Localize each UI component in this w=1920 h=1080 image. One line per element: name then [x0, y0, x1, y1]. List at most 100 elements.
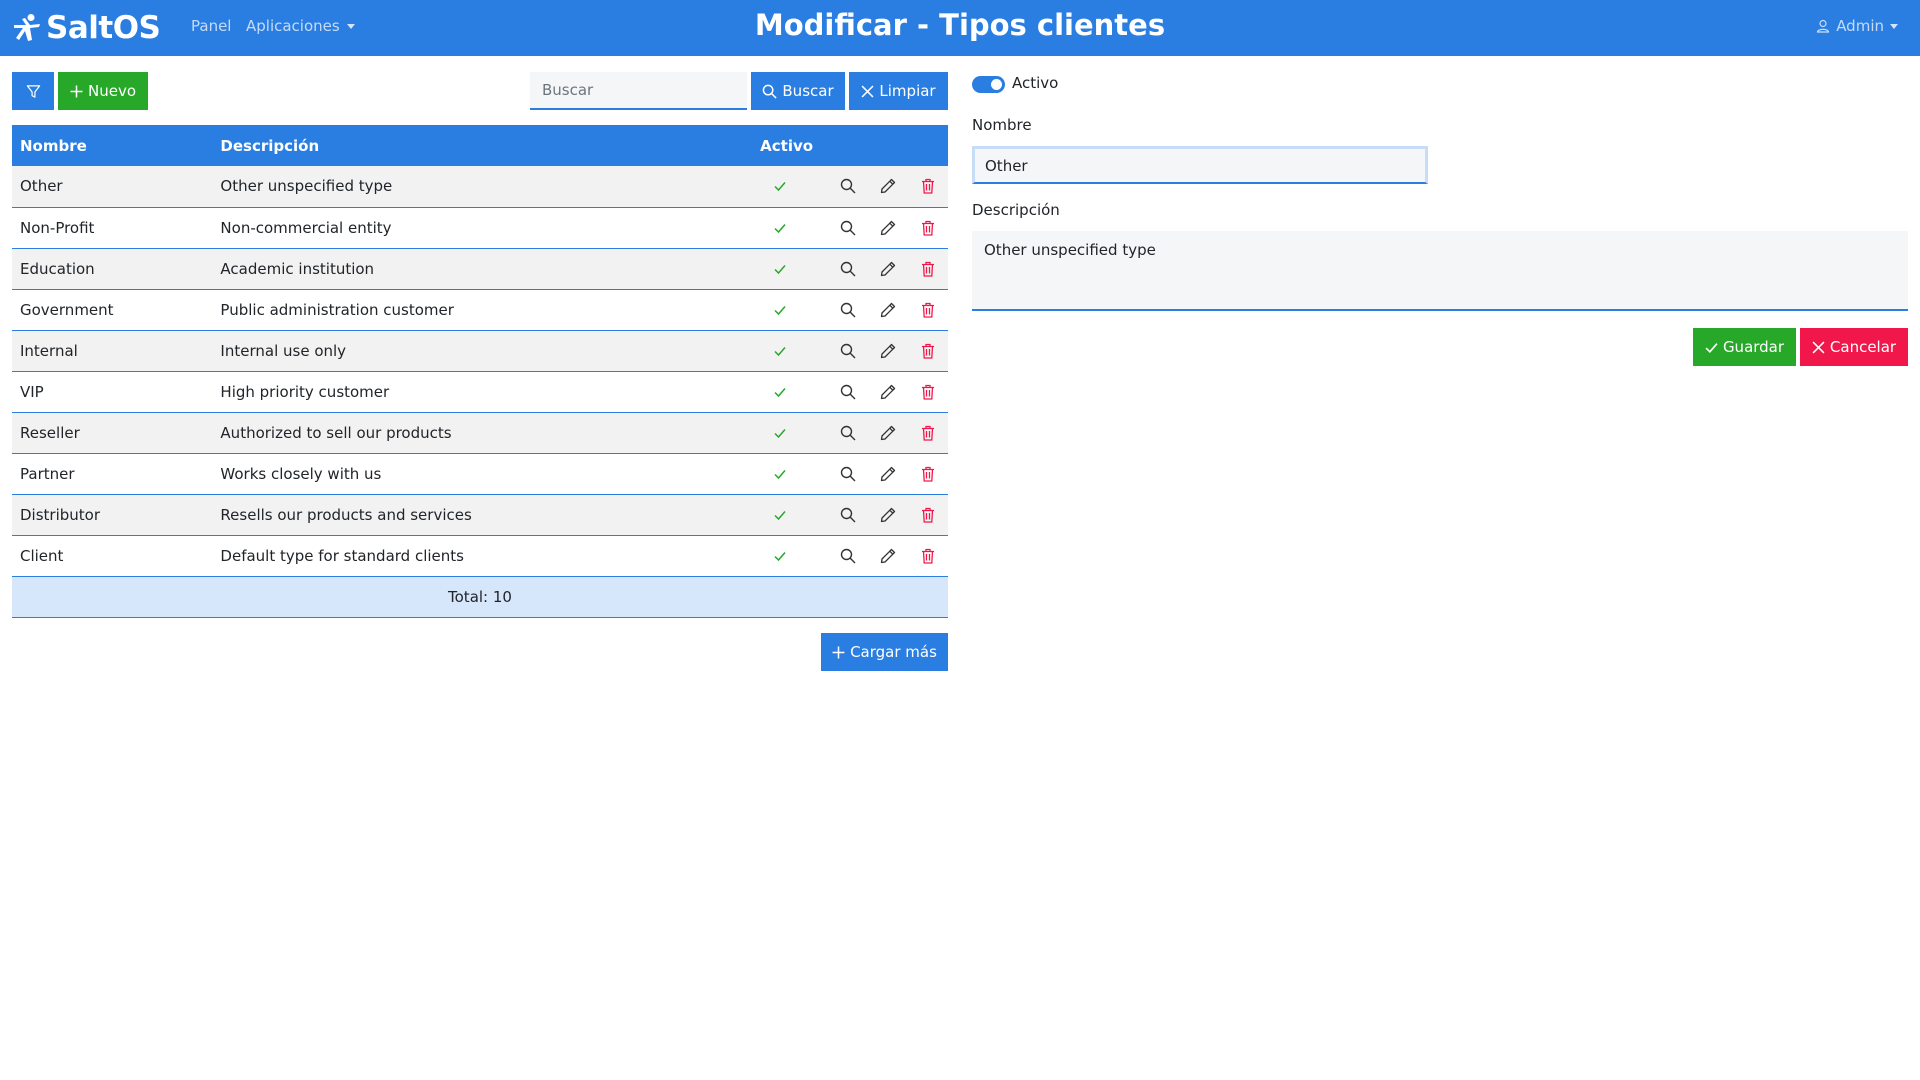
trash-icon: [914, 337, 942, 365]
table-row[interactable]: Partner Works closely with us: [12, 453, 948, 495]
view-row-button[interactable]: [834, 542, 862, 570]
view-row-button[interactable]: [834, 419, 862, 447]
chevron-down-icon: [1890, 23, 1898, 29]
cell-active: [731, 412, 828, 454]
view-row-button[interactable]: [834, 172, 862, 200]
load-more-label: Cargar más: [850, 643, 937, 661]
edit-row-button[interactable]: [874, 337, 902, 365]
edit-row-button[interactable]: [874, 419, 902, 447]
check-icon: [766, 337, 794, 365]
search-icon: [834, 255, 862, 283]
delete-row-button[interactable]: [914, 255, 942, 283]
page-title: Modificar - Tipos clientes: [754, 8, 1166, 42]
table-row[interactable]: Education Academic institution: [12, 248, 948, 290]
cell-description: Non-commercial entity: [212, 207, 732, 249]
check-icon: [766, 172, 794, 200]
search-icon: [834, 172, 862, 200]
pencil-icon: [874, 337, 902, 365]
delete-row-button[interactable]: [914, 460, 942, 488]
trash-icon: [914, 172, 942, 200]
filter-button[interactable]: [12, 72, 54, 110]
new-button[interactable]: Nuevo: [58, 72, 148, 110]
cell-active: [731, 453, 828, 495]
cell-description: Works closely with us: [212, 453, 732, 495]
user-name: Admin: [1836, 17, 1884, 35]
filter-icon: [26, 84, 40, 98]
description-field[interactable]: Other unspecified type: [972, 231, 1908, 311]
edit-row-button[interactable]: [874, 214, 902, 242]
edit-row-button[interactable]: [874, 255, 902, 283]
check-icon: [766, 214, 794, 242]
user-menu[interactable]: Admin: [1816, 17, 1898, 35]
toggle-knob: [991, 79, 1002, 90]
check-icon: [766, 460, 794, 488]
trash-icon: [914, 255, 942, 283]
delete-row-button[interactable]: [914, 542, 942, 570]
view-row-button[interactable]: [834, 501, 862, 529]
table-row[interactable]: Distributor Resells our products and serv…: [12, 494, 948, 536]
view-row-button[interactable]: [834, 378, 862, 406]
column-header-active[interactable]: Activo: [731, 125, 828, 166]
edit-row-button[interactable]: [874, 460, 902, 488]
table-row[interactable]: Reseller Authorized to sell our products: [12, 412, 948, 454]
search-button[interactable]: Buscar: [751, 72, 845, 110]
search-input[interactable]: [530, 72, 747, 110]
load-more-button[interactable]: Cargar más: [821, 633, 948, 671]
name-field[interactable]: [972, 146, 1428, 184]
delete-row-button[interactable]: [914, 337, 942, 365]
view-row-button[interactable]: [834, 337, 862, 365]
check-icon: [1705, 342, 1718, 353]
search-button-label: Buscar: [782, 82, 834, 100]
table-row[interactable]: Non-Profit Non-commercial entity: [12, 207, 948, 249]
cell-name: Reseller: [12, 412, 213, 454]
view-row-button[interactable]: [834, 255, 862, 283]
cell-active: [731, 330, 828, 372]
cell-name: VIP: [12, 371, 213, 413]
edit-row-button[interactable]: [874, 542, 902, 570]
table-row[interactable]: Client Default type for standard clients: [12, 535, 948, 577]
column-header-name[interactable]: Nombre: [12, 125, 213, 166]
active-toggle[interactable]: [972, 76, 1005, 93]
edit-row-button[interactable]: [874, 172, 902, 200]
delete-row-button[interactable]: [914, 172, 942, 200]
pencil-icon: [874, 296, 902, 324]
delete-row-button[interactable]: [914, 378, 942, 406]
table-footer-row: Total: 10: [12, 576, 948, 618]
edit-row-button[interactable]: [874, 296, 902, 324]
delete-row-button[interactable]: [914, 501, 942, 529]
save-button[interactable]: Guardar: [1693, 328, 1796, 366]
table-row[interactable]: Government Public administration customer: [12, 289, 948, 331]
cell-active: [731, 494, 828, 536]
trash-icon: [914, 378, 942, 406]
cell-active: [731, 371, 828, 413]
trash-icon: [914, 460, 942, 488]
table-row[interactable]: Other Other unspecified type: [12, 166, 948, 208]
search-icon: [834, 419, 862, 447]
delete-row-button[interactable]: [914, 296, 942, 324]
edit-row-button[interactable]: [874, 378, 902, 406]
delete-row-button[interactable]: [914, 419, 942, 447]
pencil-icon: [874, 214, 902, 242]
cell-name: Client: [12, 535, 213, 577]
table-row[interactable]: VIP High priority customer: [12, 371, 948, 413]
search-icon: [834, 378, 862, 406]
plus-icon: [832, 646, 845, 658]
cancel-button[interactable]: Cancelar: [1800, 328, 1908, 366]
pencil-icon: [874, 542, 902, 570]
check-icon: [766, 255, 794, 283]
view-row-button[interactable]: [834, 460, 862, 488]
pencil-icon: [874, 460, 902, 488]
pencil-icon: [874, 419, 902, 447]
cell-name: Non-Profit: [12, 207, 213, 249]
table-row[interactable]: Internal Internal use only: [12, 330, 948, 372]
column-header-description[interactable]: Descripción: [212, 125, 732, 166]
trash-icon: [914, 419, 942, 447]
new-button-label: Nuevo: [87, 82, 136, 100]
cell-name: Distributor: [12, 494, 213, 536]
clear-button[interactable]: Limpiar: [849, 72, 948, 110]
view-row-button[interactable]: [834, 214, 862, 242]
edit-row-button[interactable]: [874, 501, 902, 529]
top-navbar: SaltOS Panel Aplicaciones Modificar - Ti…: [0, 0, 1920, 56]
view-row-button[interactable]: [834, 296, 862, 324]
delete-row-button[interactable]: [914, 214, 942, 242]
